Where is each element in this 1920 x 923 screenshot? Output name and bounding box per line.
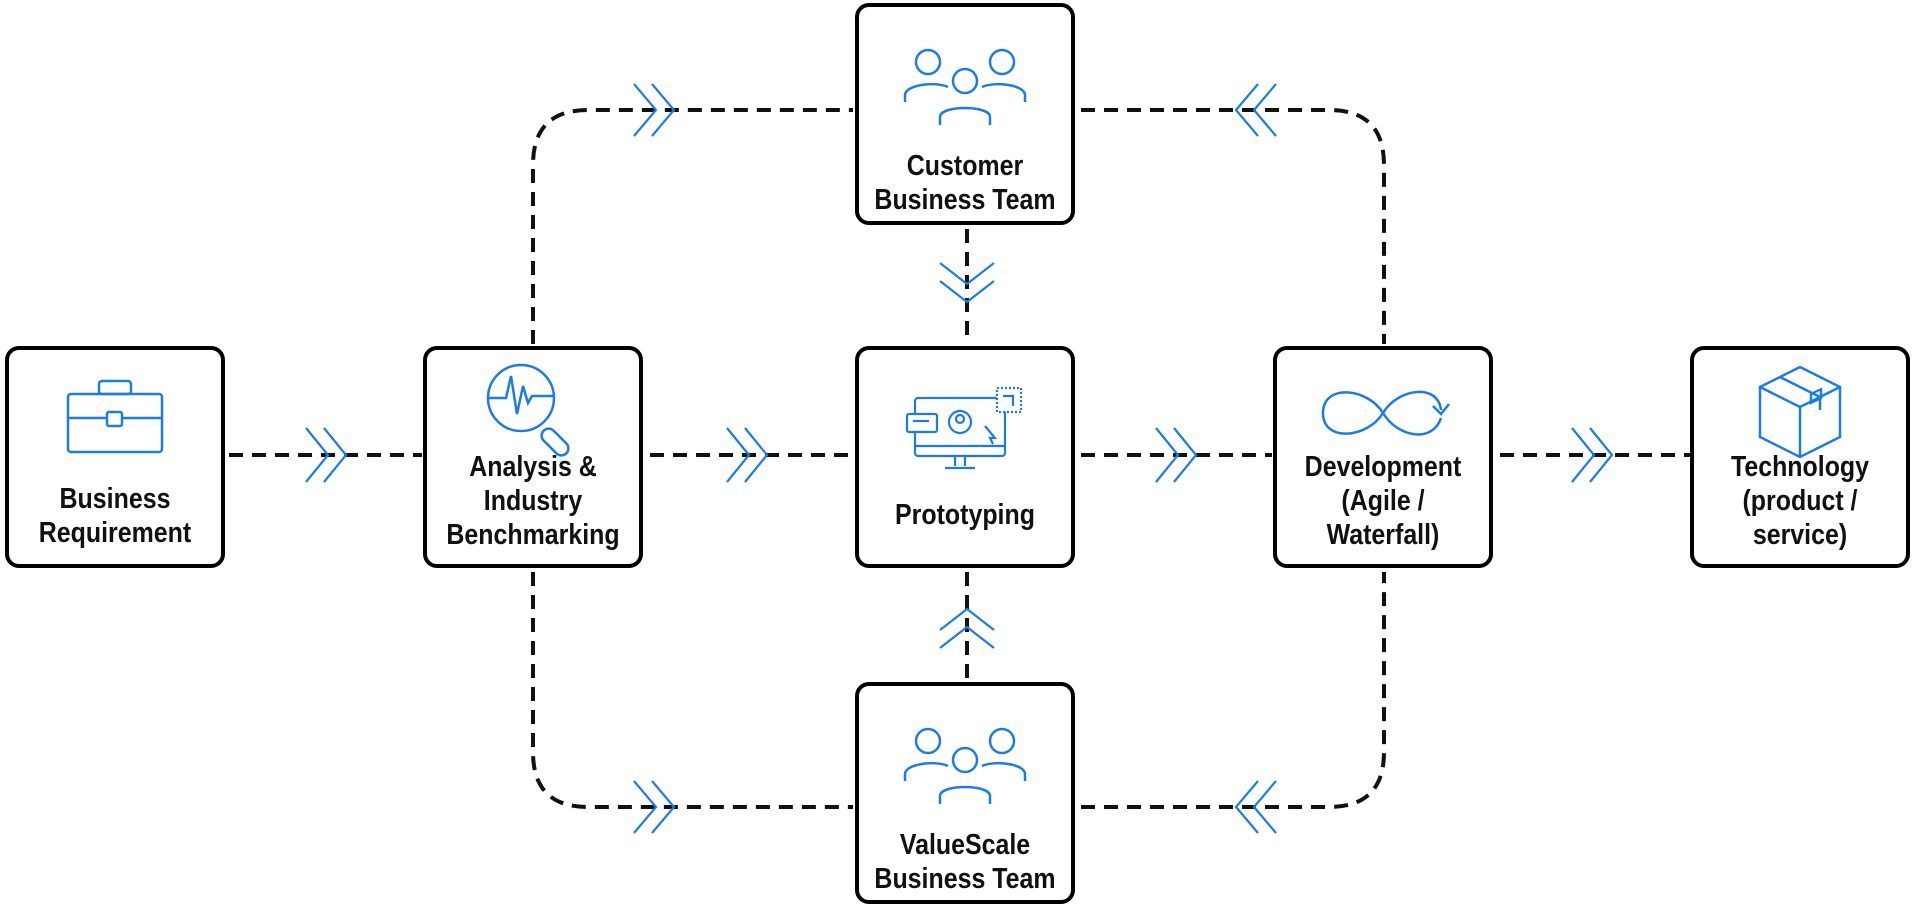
node-analysis-benchmarking[interactable]: Analysis & Industry Benchmarking: [423, 346, 643, 568]
infinity-loop-icon: [1321, 390, 1450, 436]
magnifier-pulse-icon: [486, 363, 570, 457]
node-label: Analysis & Industry Benchmarking: [446, 451, 620, 551]
briefcase-icon: [66, 379, 164, 454]
node-customer-business-team[interactable]: Customer Business Team: [855, 3, 1075, 225]
node-label: Business Requirement: [38, 483, 192, 549]
package-box-icon: [1758, 365, 1842, 459]
node-label: ValueScale Business Team: [874, 829, 1056, 895]
node-technology[interactable]: Technology (product / service): [1690, 346, 1910, 568]
node-valuescale-business-team[interactable]: ValueScale Business Team: [855, 682, 1075, 904]
connector-valuescale-development: [1081, 572, 1386, 809]
connector-customer-development: [1081, 108, 1386, 344]
node-label: Technology (product / service): [1730, 451, 1870, 551]
team-icon: [903, 727, 1027, 804]
connector-analysis-valuescale: [531, 572, 853, 809]
node-business-requirement[interactable]: Business Requirement: [5, 346, 225, 568]
node-label: Development (Agile / Waterfall): [1304, 451, 1462, 551]
team-icon: [903, 48, 1027, 125]
connector-analysis-customer: [531, 108, 853, 344]
monitor-prototype-icon: [905, 386, 1023, 470]
node-development[interactable]: Development (Agile / Waterfall): [1273, 346, 1493, 568]
node-label: Prototyping: [895, 499, 1035, 531]
node-prototyping[interactable]: Prototyping: [855, 346, 1075, 568]
node-label: Customer Business Team: [874, 150, 1056, 216]
